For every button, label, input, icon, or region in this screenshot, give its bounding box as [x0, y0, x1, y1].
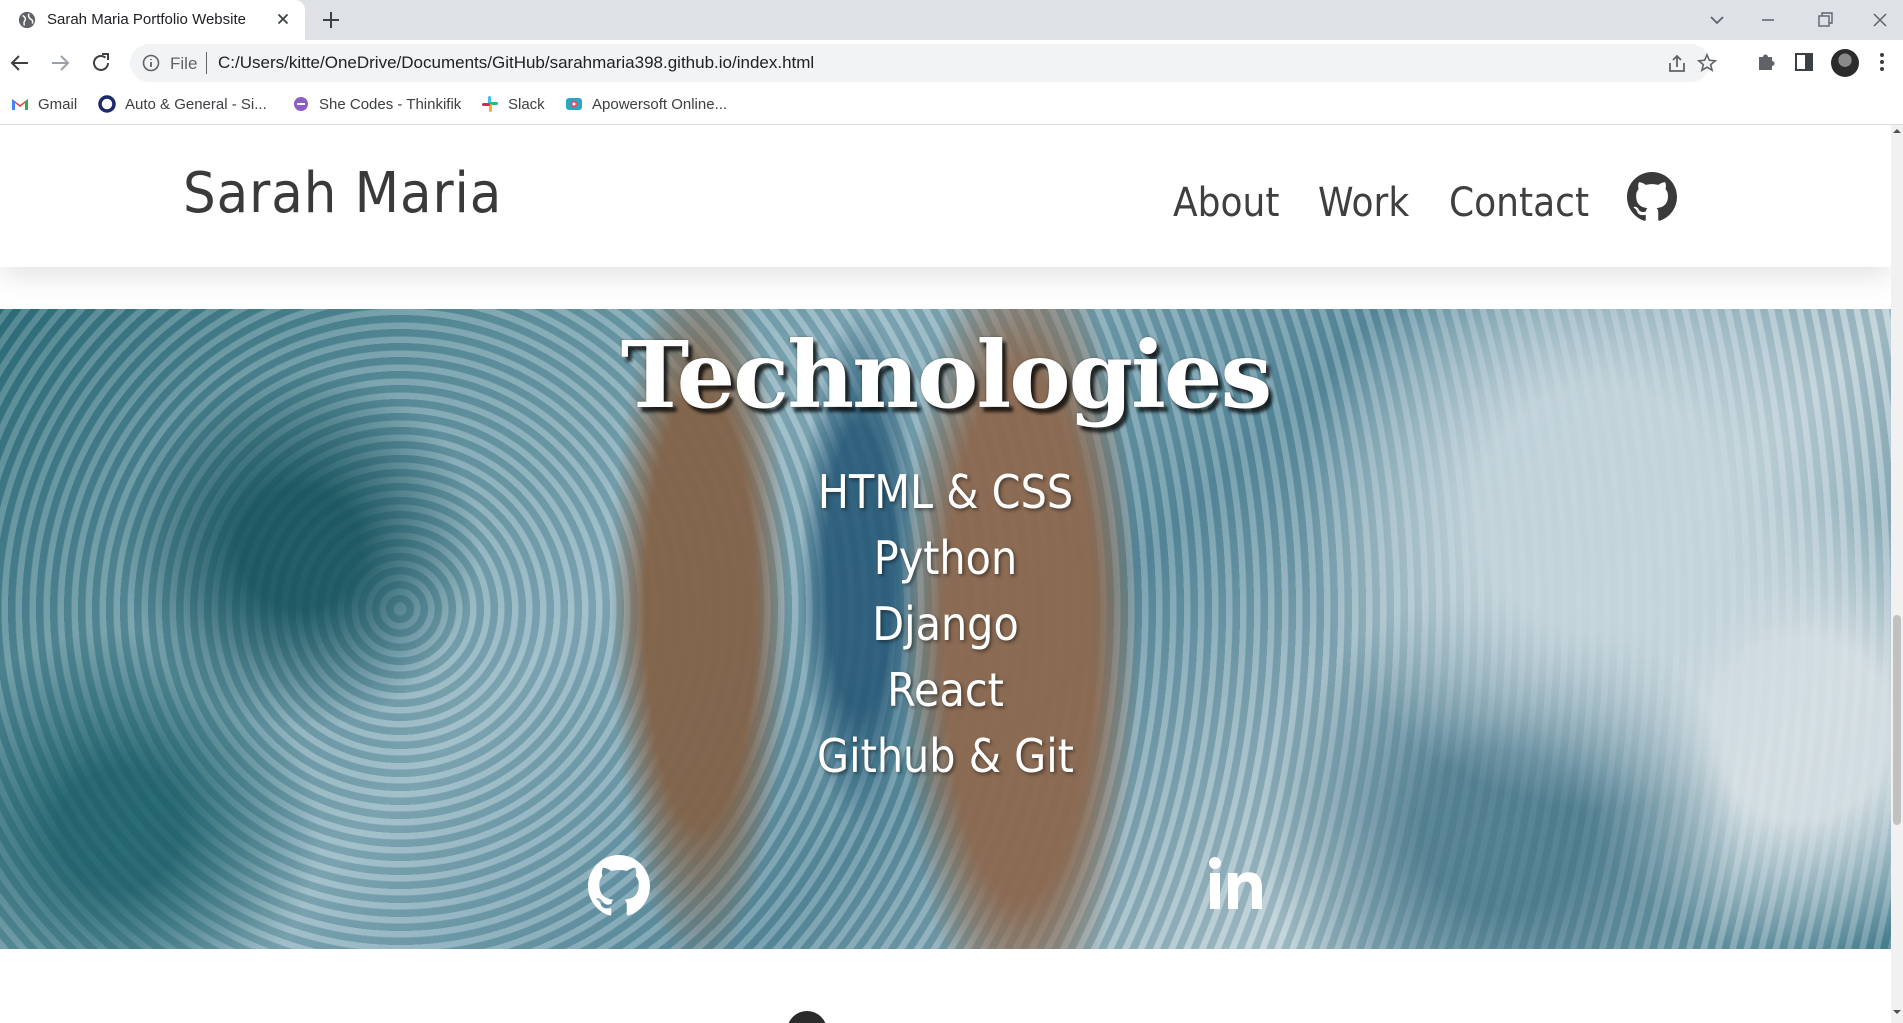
- minimize-icon[interactable]: [1754, 6, 1782, 34]
- omnibox-separator: [206, 52, 207, 74]
- technology-item: Python: [873, 531, 1018, 585]
- technology-item: Github & Git: [816, 729, 1074, 783]
- bookmark-label: Auto & General - Si...: [125, 95, 267, 113]
- globe-icon: [18, 11, 36, 29]
- partial-icon: [788, 1011, 826, 1023]
- page-scrollbar[interactable]: [1891, 125, 1903, 1023]
- technologies-section: Technologies HTML & CSS Python Django Re…: [0, 309, 1891, 949]
- scrollbar-thumb[interactable]: [1893, 615, 1901, 825]
- bookmark-apowersoft[interactable]: Apowersoft Online...: [565, 95, 727, 113]
- nav-work-link[interactable]: Work: [1318, 180, 1409, 226]
- slack-icon: [482, 96, 498, 112]
- technology-item: React: [887, 663, 1004, 717]
- close-icon[interactable]: [274, 10, 292, 28]
- technologies-title: Technologies: [620, 321, 1273, 429]
- technology-item: Django: [872, 597, 1019, 651]
- browser-tab[interactable]: Sarah Maria Portfolio Website: [0, 0, 305, 40]
- page-viewport: Sarah Maria About Work Contact Technolog…: [0, 125, 1891, 1023]
- bookmark-label: Slack: [508, 95, 545, 113]
- restore-icon[interactable]: [1811, 6, 1839, 34]
- site-header: Sarah Maria About Work Contact: [0, 125, 1891, 267]
- github-social-icon[interactable]: [588, 855, 650, 917]
- shecodes-icon: [294, 97, 308, 111]
- more-menu-icon[interactable]: [1870, 50, 1894, 74]
- tab-search-chevron-icon[interactable]: [1703, 6, 1731, 34]
- tab-title: Sarah Maria Portfolio Website: [47, 11, 246, 28]
- info-icon[interactable]: [142, 54, 160, 72]
- nav-about-link[interactable]: About: [1173, 180, 1279, 226]
- bookmark-label: Gmail: [38, 95, 78, 113]
- url-text[interactable]: C:/Users/kitte/OneDrive/Documents/GitHub…: [218, 53, 814, 73]
- address-bar[interactable]: File C:/Users/kitte/OneDrive/Documents/G…: [130, 44, 1718, 82]
- window-close-icon[interactable]: [1866, 6, 1894, 34]
- nav-contact-link[interactable]: Contact: [1449, 180, 1589, 226]
- bookmark-slack[interactable]: Slack: [481, 95, 545, 113]
- extensions-puzzle-icon[interactable]: [1754, 50, 1778, 74]
- browser-tab-strip: Sarah Maria Portfolio Website: [0, 0, 1903, 40]
- bookmark-gmail[interactable]: Gmail: [11, 95, 77, 113]
- back-arrow-icon[interactable]: [7, 50, 33, 76]
- scroll-down-arrow-icon[interactable]: [1893, 1008, 1901, 1016]
- scroll-up-arrow-icon[interactable]: [1893, 127, 1901, 135]
- profile-avatar[interactable]: [1831, 49, 1859, 77]
- gmail-icon: [12, 99, 28, 110]
- forward-arrow-icon[interactable]: [47, 50, 73, 76]
- bookmark-auto-general[interactable]: Auto & General - Si...: [98, 95, 267, 113]
- new-tab-plus-icon[interactable]: [319, 8, 343, 32]
- apowersoft-icon: [566, 98, 582, 110]
- browser-toolbar: File C:/Users/kitte/OneDrive/Documents/G…: [0, 40, 1903, 86]
- share-icon[interactable]: [1666, 53, 1688, 75]
- technologies-list: HTML & CSS Python Django React Github & …: [0, 465, 1891, 795]
- bookmark-label: Apowersoft Online...: [592, 95, 728, 113]
- bookmark-she-codes[interactable]: She Codes - Thinkifik: [292, 95, 461, 113]
- bookmarks-bar: Gmail Auto & General - Si... She Codes -…: [0, 86, 1903, 125]
- site-brand[interactable]: Sarah Maria: [183, 161, 502, 226]
- scheme-label: File: [170, 54, 198, 73]
- github-icon[interactable]: [1627, 172, 1677, 222]
- ring-icon: [98, 95, 116, 113]
- side-panel-icon[interactable]: [1792, 50, 1816, 74]
- reload-icon[interactable]: [88, 50, 114, 76]
- bookmark-star-icon[interactable]: [1696, 52, 1718, 74]
- bookmark-label: She Codes - Thinkifik: [319, 95, 462, 113]
- technology-item: HTML & CSS: [817, 465, 1074, 519]
- linkedin-icon[interactable]: [1208, 855, 1270, 917]
